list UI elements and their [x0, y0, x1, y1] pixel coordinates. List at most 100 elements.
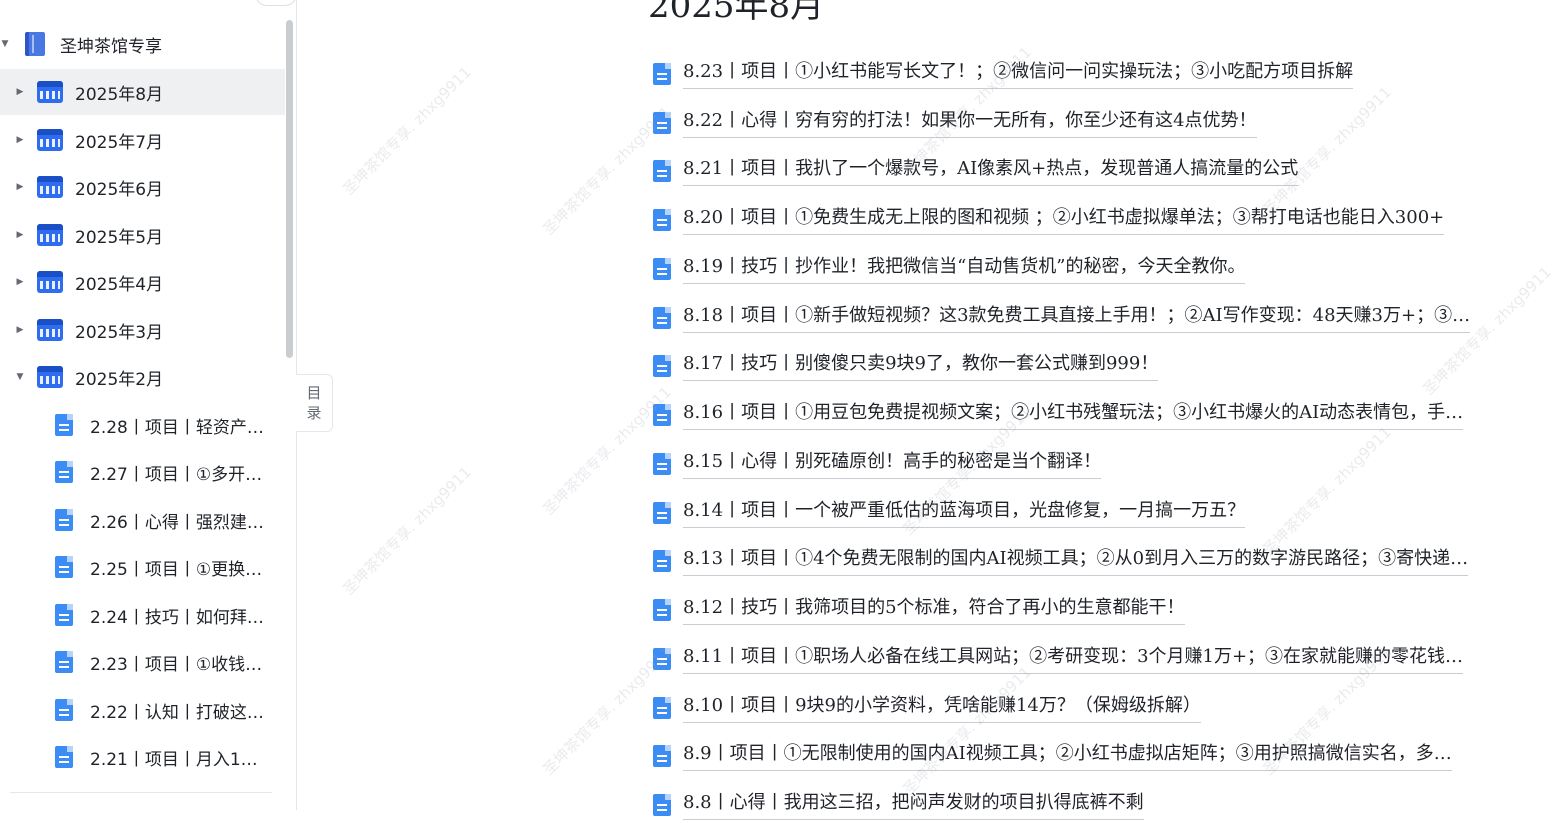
doc-link-text[interactable]: 8.23丨项目丨①小红书能写长文了！；②微信问一问实操玩法；③小吃配方项目拆解 — [683, 60, 1354, 89]
page-title: 2025年8月 — [648, 0, 825, 26]
doc-link-text[interactable]: 8.18丨项目丨①新手做短视频？这3款免费工具直接上手用！；②AI写作变现：48… — [683, 304, 1471, 333]
calendar-icon — [37, 81, 63, 103]
doc-link-text[interactable]: 8.19丨技巧丨抄作业！我把微信当“自动售货机”的秘密，今天全教你。 — [683, 255, 1246, 284]
chevron-right-icon[interactable]: ▶ — [15, 277, 25, 287]
calendar-icon — [37, 319, 63, 341]
document-icon — [653, 355, 671, 377]
sidebar-item-2025-05[interactable]: ▶ 2025年5月 — [0, 212, 285, 258]
doc-link-text[interactable]: 8.12丨技巧丨我筛项目的5个标准，符合了再小的生意都能干！ — [683, 596, 1185, 625]
sidebar-doc-label: 2.25丨项目丨①更换… — [90, 559, 263, 580]
sidebar-item-2025-06[interactable]: ▶ 2025年6月 — [0, 164, 285, 210]
book-icon — [25, 32, 45, 56]
sidebar-item-2025-04[interactable]: ▶ 2025年4月 — [0, 259, 285, 305]
doc-link-text[interactable]: 8.8丨心得丨我用这三招，把闷声发财的项目扒得底裤不剩 — [683, 791, 1144, 820]
sidebar-item-label: 2025年6月 — [75, 179, 164, 200]
document-icon — [55, 509, 73, 531]
document-icon — [55, 461, 73, 483]
doc-link[interactable]: 8.9丨项目丨①无限制使用的国内AI视频工具；②小红书虚拟店矩阵；③用护照搞微信… — [653, 738, 1452, 774]
sidebar-item-label: 2025年3月 — [75, 322, 164, 343]
toc-toggle-button[interactable]: 目 录 — [296, 374, 333, 432]
sidebar-doc-label: 2.28丨项目丨轻资产… — [90, 417, 264, 438]
doc-link-text[interactable]: 8.10丨项目丨9块9的小学资料，凭啥能赚14万？（保姆级拆解） — [683, 694, 1201, 723]
chevron-right-icon[interactable]: ▶ — [15, 230, 25, 240]
calendar-icon — [37, 176, 63, 198]
document-icon — [55, 651, 73, 673]
doc-link[interactable]: 8.20丨项目丨①免费生成无上限的图和视频 ；②小红书虚拟爆单法；③帮打电话也能… — [653, 202, 1445, 238]
document-icon — [55, 604, 73, 626]
doc-link-text[interactable]: 8.22丨心得丨穷有穷的打法！如果你一无所有，你至少还有这4点优势！ — [683, 109, 1257, 138]
divider — [10, 792, 272, 793]
document-icon — [653, 502, 671, 524]
chevron-down-icon[interactable]: ▼ — [15, 372, 25, 382]
watermark: 圣坤茶馆专享. zhxg9911 — [1259, 423, 1395, 559]
sidebar-doc-item[interactable]: 2.23丨项目丨①收钱… — [0, 639, 285, 685]
calendar-icon — [37, 129, 63, 151]
sidebar-doc-label: 2.23丨项目丨①收钱… — [90, 654, 263, 675]
sidebar-doc-label: 2.26丨心得丨强烈建… — [90, 512, 264, 533]
doc-link[interactable]: 8.16丨项目丨①用豆包免费提视频文案；②小红书残蟹玩法；③小红书爆火的AI动态… — [653, 397, 1464, 433]
doc-link-text[interactable]: 8.9丨项目丨①无限制使用的国内AI视频工具；②小红书虚拟店矩阵；③用护照搞微信… — [683, 742, 1452, 771]
sidebar-doc-item[interactable]: 2.27丨项目丨①多开… — [0, 449, 285, 495]
doc-link[interactable]: 8.17丨技巧丨别傻傻只卖9块9了，教你一套公式赚到999！ — [653, 348, 1159, 384]
chevron-right-icon[interactable]: ▶ — [15, 182, 25, 192]
sidebar-item-2025-07[interactable]: ▶ 2025年7月 — [0, 117, 285, 163]
sidebar-item-label: 2025年5月 — [75, 227, 164, 248]
doc-link[interactable]: 8.23丨项目丨①小红书能写长文了！；②微信问一问实操玩法；③小吃配方项目拆解 — [653, 56, 1354, 92]
document-icon — [653, 63, 671, 85]
doc-link[interactable]: 8.13丨项目丨①4个免费无限制的国内AI视频工具；②从0到月入三万的数字游民路… — [653, 543, 1469, 579]
toc-toggle-label: 录 — [306, 404, 322, 422]
doc-link-text[interactable]: 8.16丨项目丨①用豆包免费提视频文案；②小红书残蟹玩法；③小红书爆火的AI动态… — [683, 401, 1464, 430]
sidebar-item-label: 2025年2月 — [75, 369, 164, 390]
doc-link[interactable]: 8.12丨技巧丨我筛项目的5个标准，符合了再小的生意都能干！ — [653, 592, 1185, 628]
document-icon — [653, 648, 671, 670]
document-icon — [653, 404, 671, 426]
document-icon — [55, 746, 73, 768]
document-icon — [653, 550, 671, 572]
doc-link[interactable]: 8.8丨心得丨我用这三招，把闷声发财的项目扒得底裤不剩 — [653, 787, 1144, 823]
doc-link[interactable]: 8.18丨项目丨①新手做短视频？这3款免费工具直接上手用！；②AI写作变现：48… — [653, 300, 1471, 336]
sidebar-item-label: 2025年8月 — [75, 84, 164, 105]
sidebar-doc-item[interactable]: 2.28丨项目丨轻资产… — [0, 402, 285, 448]
document-icon — [653, 307, 671, 329]
sidebar-doc-item[interactable]: 2.26丨心得丨强烈建… — [0, 497, 285, 543]
sidebar-item-2025-08[interactable]: ▶ 2025年8月 — [0, 69, 285, 115]
search-box[interactable] — [255, 0, 296, 6]
doc-link[interactable]: 8.21丨项目丨我扒了一个爆款号，AI像素风+热点，发现普通人搞流量的公式 — [653, 153, 1299, 189]
chevron-down-icon[interactable]: ▼ — [0, 39, 10, 49]
sidebar-item-2025-03[interactable]: ▶ 2025年3月 — [0, 307, 285, 353]
document-icon — [653, 112, 671, 134]
document-icon — [653, 745, 671, 767]
document-icon — [653, 599, 671, 621]
doc-link-text[interactable]: 8.21丨项目丨我扒了一个爆款号，AI像素风+热点，发现普通人搞流量的公式 — [683, 157, 1299, 186]
document-icon — [55, 414, 73, 436]
doc-link[interactable]: 8.10丨项目丨9块9的小学资料，凭啥能赚14万？（保姆级拆解） — [653, 690, 1201, 726]
doc-link[interactable]: 8.14丨项目丨一个被严重低估的蓝海项目，光盘修复，一月搞一万五？ — [653, 495, 1246, 531]
doc-link-text[interactable]: 8.17丨技巧丨别傻傻只卖9块9了，教你一套公式赚到999！ — [683, 352, 1159, 381]
sidebar-doc-item[interactable]: 2.24丨技巧丨如何拜… — [0, 592, 285, 638]
doc-link[interactable]: 8.11丨项目丨①职场人必备在线工具网站；②考研变现：3个月赚1万+；③在家就能… — [653, 641, 1464, 677]
sidebar: ▼ 圣坤茶馆专享 ▶ 2025年8月 ▶ 2025年7月 ▶ 2025年6月 ▶… — [0, 0, 297, 810]
chevron-right-icon[interactable]: ▶ — [15, 87, 25, 97]
tree-root[interactable]: ▼ 圣坤茶馆专享 — [0, 21, 285, 67]
calendar-icon — [37, 366, 63, 388]
doc-link-text[interactable]: 8.11丨项目丨①职场人必备在线工具网站；②考研变现：3个月赚1万+；③在家就能… — [683, 645, 1464, 674]
sidebar-doc-item[interactable]: 2.22丨认知丨打破这… — [0, 687, 285, 733]
document-icon — [653, 258, 671, 280]
doc-link[interactable]: 8.15丨心得丨别死磕原创！高手的秘密是当个翻译！ — [653, 446, 1102, 482]
watermark: 圣坤茶馆专享. zhxg9911 — [339, 63, 475, 199]
doc-link[interactable]: 8.19丨技巧丨抄作业！我把微信当“自动售货机”的秘密，今天全教你。 — [653, 251, 1246, 287]
sidebar-scrollbar[interactable] — [286, 20, 293, 358]
document-icon — [55, 556, 73, 578]
doc-link[interactable]: 8.22丨心得丨穷有穷的打法！如果你一无所有，你至少还有这4点优势！ — [653, 105, 1257, 141]
doc-link-text[interactable]: 8.20丨项目丨①免费生成无上限的图和视频 ；②小红书虚拟爆单法；③帮打电话也能… — [683, 206, 1445, 235]
doc-link-text[interactable]: 8.15丨心得丨别死磕原创！高手的秘密是当个翻译！ — [683, 450, 1102, 479]
chevron-right-icon[interactable]: ▶ — [15, 325, 25, 335]
doc-link-text[interactable]: 8.14丨项目丨一个被严重低估的蓝海项目，光盘修复，一月搞一万五？ — [683, 499, 1246, 528]
sidebar-doc-item[interactable]: 2.25丨项目丨①更换… — [0, 544, 285, 590]
chevron-right-icon[interactable]: ▶ — [15, 135, 25, 145]
sidebar-item-label: 2025年4月 — [75, 274, 164, 295]
sidebar-doc-item[interactable]: 2.21丨项目丨月入1… — [0, 734, 285, 780]
sidebar-item-2025-02[interactable]: ▼ 2025年2月 — [0, 354, 285, 400]
doc-link-text[interactable]: 8.13丨项目丨①4个免费无限制的国内AI视频工具；②从0到月入三万的数字游民路… — [683, 547, 1469, 576]
watermark: 圣坤茶馆专享. zhxg9911 — [899, 663, 1035, 799]
